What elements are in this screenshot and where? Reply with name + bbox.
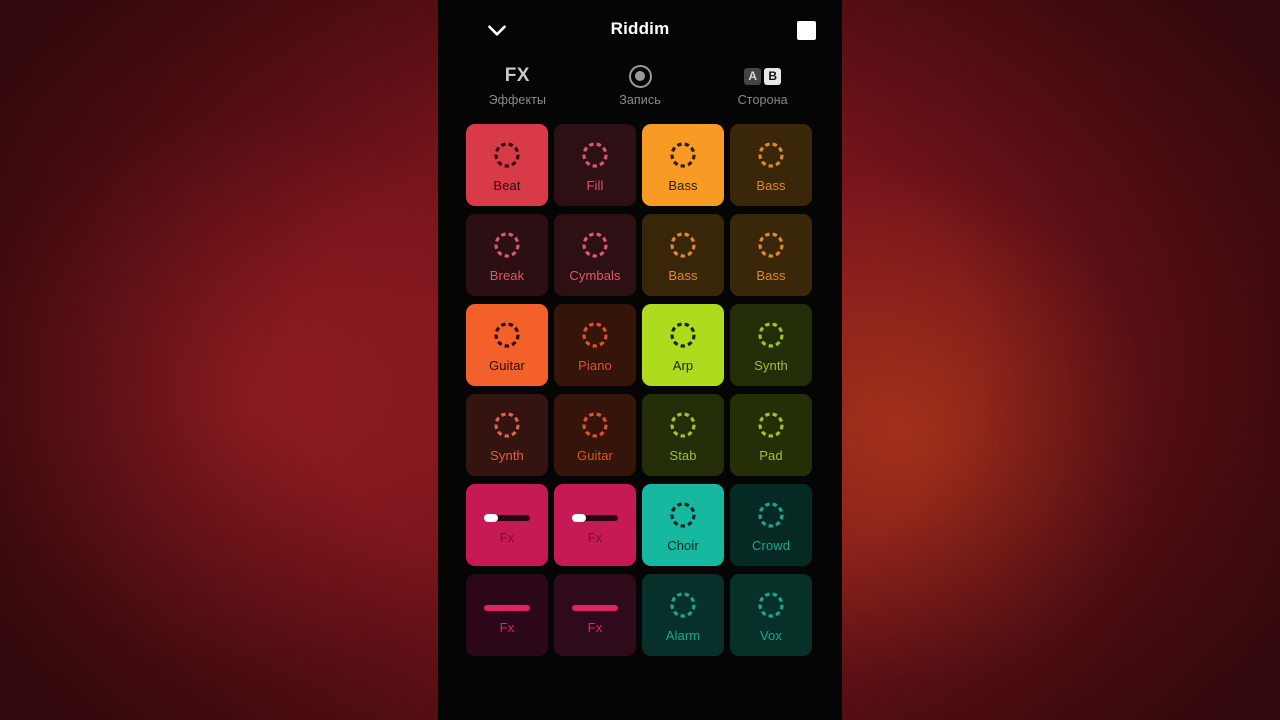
tab-record[interactable]: Запись [579,60,702,118]
pad-fill-1[interactable]: Fill [554,124,636,206]
pad-fx-20[interactable]: Fx [466,574,548,656]
pad-label: Bass [756,178,786,193]
toolbar: FX Эффекты Запись A B Сторона [438,60,842,118]
side-badge-group: A B [744,67,782,85]
pad-label: Fx [587,530,603,545]
pad-label: Stab [669,448,697,463]
pad-label: Vox [760,628,782,643]
slider-icon[interactable] [572,604,618,612]
dashed-circle-icon [580,230,610,260]
pad-label: Piano [578,358,612,373]
stop-square-icon[interactable] [797,21,816,40]
pad-synth-11[interactable]: Synth [730,304,812,386]
dashed-circle-icon [580,410,610,440]
dashed-circle-icon [756,590,786,620]
pad-break-4[interactable]: Break [466,214,548,296]
dashed-circle-icon [492,230,522,260]
dashed-circle-icon [668,320,698,350]
pad-label: Fx [499,620,515,635]
tab-side[interactable]: A B Сторона [701,60,824,118]
dashed-circle-icon [492,410,522,440]
pad-label: Arp [672,358,694,373]
dashed-circle-icon [580,140,610,170]
fx-text-icon: FX [505,64,530,88]
pad-synth-12[interactable]: Synth [466,394,548,476]
dashed-circle-icon [668,140,698,170]
dashed-circle-icon [668,230,698,260]
pad-fx-21[interactable]: Fx [554,574,636,656]
slider-track [484,605,530,611]
pad-guitar-13[interactable]: Guitar [554,394,636,476]
side-badge-a[interactable]: A [744,67,762,85]
dashed-circle-icon [668,590,698,620]
slider-icon[interactable] [484,514,530,522]
pad-label: Crowd [751,538,791,553]
dashed-circle-icon [668,410,698,440]
pad-guitar-8[interactable]: Guitar [466,304,548,386]
app-header: Riddim [438,0,842,60]
pad-vox-23[interactable]: Vox [730,574,812,656]
pad-label: Pad [759,448,783,463]
pad-bass-2[interactable]: Bass [642,124,724,206]
page-title: Riddim [610,19,670,38]
slider-icon[interactable] [484,604,530,612]
pad-label: Break [489,268,525,283]
fx-glyph-label: FX [504,65,530,86]
slider-knob[interactable] [484,514,498,522]
record-ring [628,64,652,88]
pad-label: Guitar [576,448,613,463]
dashed-circle-icon [580,320,610,350]
record-dot [635,71,645,81]
tab-effects-label: Эффекты [488,93,547,107]
slider-track [572,605,618,611]
pad-bass-6[interactable]: Bass [642,214,724,296]
pad-label: Synth [490,448,524,463]
dashed-circle-icon [756,410,786,440]
pad-grid: Beat Fill Bass Bass Break Cymbals Bass Bass Guit… [466,124,814,656]
slider-icon[interactable] [572,514,618,522]
pad-label: Synth [754,358,788,373]
pad-label: Fx [499,530,515,545]
tab-record-label: Запись [619,93,661,107]
dashed-circle-icon [668,500,698,530]
slider-knob[interactable] [572,514,586,522]
pad-label: Alarm [665,628,701,643]
pad-alarm-22[interactable]: Alarm [642,574,724,656]
pad-bass-3[interactable]: Bass [730,124,812,206]
pad-arp-10[interactable]: Arp [642,304,724,386]
dashed-circle-icon [492,320,522,350]
pad-stab-14[interactable]: Stab [642,394,724,476]
pad-label: Choir [667,538,699,553]
pad-fx-16[interactable]: Fx [466,484,548,566]
pad-label: Bass [668,178,698,193]
pad-cymbals-5[interactable]: Cymbals [554,214,636,296]
dashed-circle-icon [492,140,522,170]
pad-label: Guitar [488,358,525,373]
pad-label: Cymbals [569,268,621,283]
pad-bass-7[interactable]: Bass [730,214,812,296]
tab-effects[interactable]: FX Эффекты [456,60,579,118]
dashed-circle-icon [756,500,786,530]
pad-label: Bass [756,268,786,283]
pad-label: Beat [493,178,521,193]
record-circle-icon [628,64,652,88]
ab-side-icon: A B [744,64,782,88]
pad-piano-9[interactable]: Piano [554,304,636,386]
pad-choir-18[interactable]: Choir [642,484,724,566]
pad-label: Bass [668,268,698,283]
tab-side-label: Сторона [737,93,788,107]
pad-label: Fill [586,178,604,193]
pad-fx-17[interactable]: Fx [554,484,636,566]
pad-beat-0[interactable]: Beat [466,124,548,206]
phone-viewport: Riddim FX Эффекты Запись A B Сторона Bea… [438,0,842,720]
dashed-circle-icon [756,320,786,350]
pad-label: Fx [587,620,603,635]
dashed-circle-icon [756,140,786,170]
pad-pad-15[interactable]: Pad [730,394,812,476]
pad-crowd-19[interactable]: Crowd [730,484,812,566]
dashed-circle-icon [756,230,786,260]
side-badge-b[interactable]: B [764,67,782,85]
